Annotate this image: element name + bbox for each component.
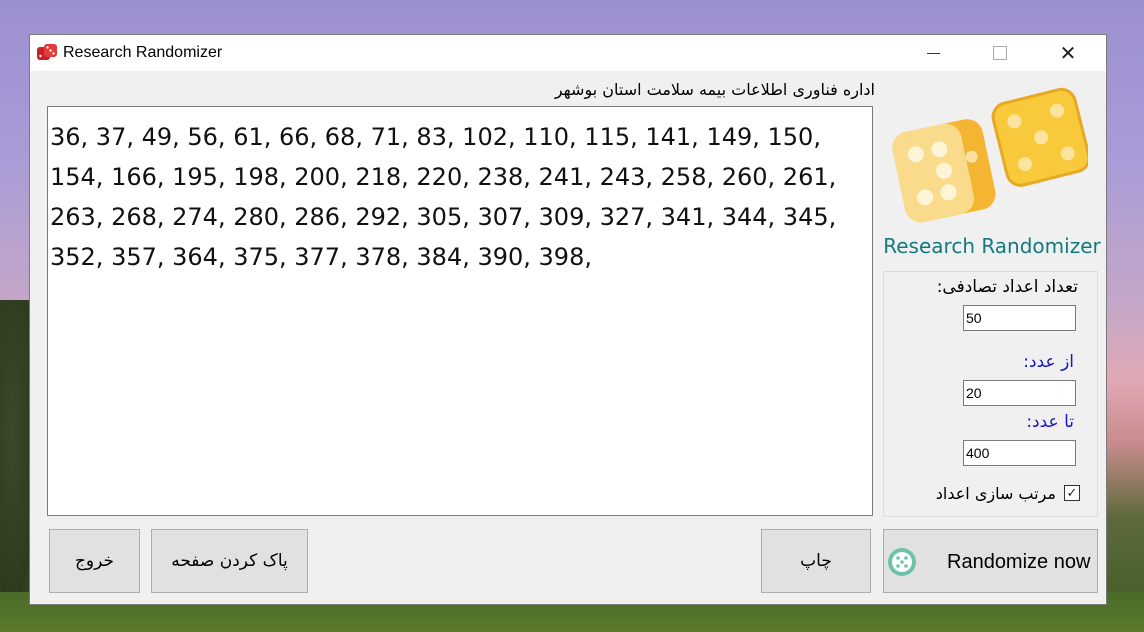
- close-icon: ✕: [1059, 41, 1077, 65]
- print-button[interactable]: چاپ: [761, 529, 871, 593]
- exit-button[interactable]: خروج: [49, 529, 140, 593]
- random-numbers-output[interactable]: 36, 37, 49, 56, 61, 66, 68, 71, 83, 102,…: [47, 106, 873, 516]
- organization-label: اداره فناوری اطلاعات بیمه سلامت استان بو…: [554, 80, 875, 99]
- dice-logo-icon: [892, 87, 1088, 223]
- dice-icon: [37, 44, 57, 60]
- randomize-button[interactable]: Randomize now: [883, 529, 1098, 593]
- app-window: Research Randomizer ✕ اداره فناوری اطلاع…: [29, 34, 1107, 605]
- to-input[interactable]: [963, 440, 1076, 466]
- title-bar[interactable]: Research Randomizer ✕: [30, 35, 1106, 71]
- minimize-icon: [926, 52, 940, 54]
- count-input[interactable]: [963, 305, 1076, 331]
- sort-label: مرتب سازی اعداد: [935, 483, 1056, 503]
- from-input[interactable]: [963, 380, 1076, 406]
- sort-checkbox[interactable]: ✓: [1064, 485, 1080, 501]
- randomize-label: Randomize now: [947, 551, 1091, 573]
- maximize-button[interactable]: [977, 35, 1023, 71]
- dice-icon: [888, 548, 916, 576]
- from-label: از عدد:: [1023, 352, 1074, 372]
- brand-name: Research Randomizer: [883, 234, 1101, 258]
- window-title: Research Randomizer: [63, 44, 223, 61]
- count-label: تعداد اعداد تصادفی:: [936, 277, 1078, 297]
- clear-page-button[interactable]: پاک کردن صفحه: [151, 529, 308, 593]
- to-label: تا عدد:: [1026, 412, 1074, 432]
- sort-option[interactable]: مرتب سازی اعداد ✓: [896, 480, 1080, 506]
- minimize-button[interactable]: [910, 35, 956, 71]
- close-button[interactable]: ✕: [1045, 35, 1091, 71]
- maximize-icon: [993, 46, 1007, 60]
